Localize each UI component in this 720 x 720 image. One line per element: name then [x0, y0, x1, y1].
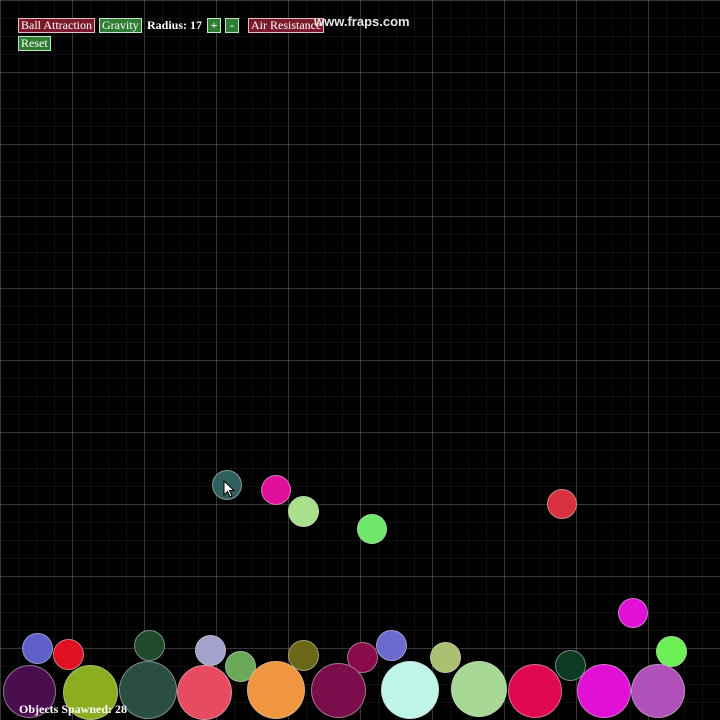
ball [261, 475, 291, 505]
ball [288, 496, 319, 527]
fraps-watermark: www.fraps.com [314, 14, 410, 29]
air-resistance-button[interactable]: Air Resistance [248, 18, 325, 33]
ball [381, 661, 439, 719]
ball [376, 630, 407, 661]
ball [134, 630, 165, 661]
radius-label: Radius: 17 [147, 18, 203, 32]
ball [311, 663, 366, 718]
ball [357, 514, 387, 544]
radius-increase-button[interactable]: + [207, 18, 221, 33]
radius-decrease-button[interactable]: - [225, 18, 239, 33]
ball [547, 489, 577, 519]
ball [430, 642, 461, 673]
simulation-canvas[interactable]: Ball Attraction Gravity Radius: 17 + - A… [0, 0, 720, 720]
ball [508, 664, 562, 718]
ball [451, 661, 507, 717]
gravity-button[interactable]: Gravity [99, 18, 142, 33]
ball [195, 635, 226, 666]
ball-attraction-button[interactable]: Ball Attraction [18, 18, 95, 33]
ball [618, 598, 648, 628]
ball [656, 636, 687, 667]
ball [22, 633, 53, 664]
ball [631, 664, 685, 718]
ball [247, 661, 305, 719]
mouse-cursor-icon [223, 480, 235, 498]
ball [577, 664, 631, 718]
ball [119, 661, 177, 719]
ball [53, 639, 84, 670]
objects-spawned-counter: Objects Spawned: 28 [19, 702, 128, 716]
reset-button[interactable]: Reset [18, 36, 51, 51]
ball [177, 665, 232, 720]
